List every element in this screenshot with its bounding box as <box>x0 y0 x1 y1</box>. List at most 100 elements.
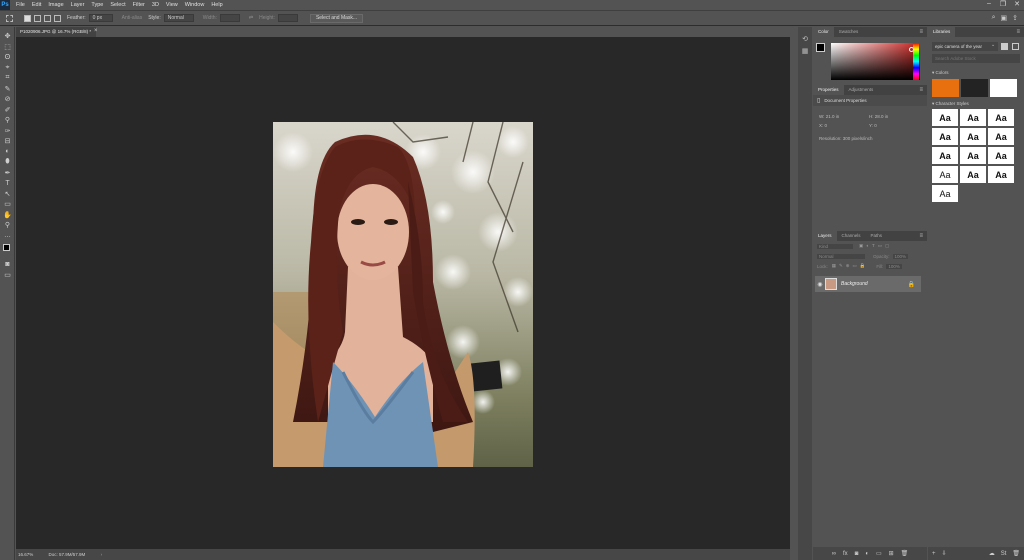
link-layers-icon[interactable]: ∞ <box>832 551 836 557</box>
width-value[interactable]: 21.0 in <box>826 114 840 119</box>
character-style-1[interactable]: Aa <box>932 109 958 126</box>
marquee-tool-icon[interactable]: ⬚ <box>0 42 15 53</box>
tab-swatches[interactable]: Swatches <box>834 27 864 37</box>
menu-file[interactable]: File <box>16 2 25 8</box>
foreground-color-swatch[interactable] <box>3 244 10 251</box>
tab-layers[interactable]: Layers <box>813 231 837 241</box>
character-style-9[interactable]: Aa <box>988 147 1014 164</box>
eraser-tool-icon[interactable]: ⊟ <box>0 136 15 147</box>
layer-kind-filter[interactable]: Kind <box>817 243 853 249</box>
color-field[interactable] <box>831 43 920 80</box>
layer-name[interactable]: Background <box>841 281 868 287</box>
library-select[interactable]: epic camera of the year <box>932 42 998 51</box>
document-tab[interactable]: P1020906.JPG @ 16.7% (RGB/8) * <box>16 27 96 37</box>
marquee-preset-icon[interactable] <box>6 14 13 22</box>
lock-icons[interactable]: ▦✎⊕▭🔒 <box>832 263 869 269</box>
cloud-sync-icon[interactable]: ☁ <box>989 550 995 557</box>
crop-tool-icon[interactable]: ⌗ <box>0 73 15 84</box>
tab-adjustments[interactable]: Adjustments <box>844 85 879 95</box>
move-tool-icon[interactable]: ✥ <box>0 31 15 42</box>
character-style-7[interactable]: Aa <box>932 147 958 164</box>
quick-mask-icon[interactable]: ◙ <box>0 259 15 270</box>
new-layer-icon[interactable]: ⊞ <box>889 550 894 557</box>
y-value[interactable]: 0 <box>874 123 877 128</box>
tab-libraries[interactable]: Libraries <box>928 27 956 37</box>
history-brush-tool-icon[interactable]: ✑ <box>0 126 15 137</box>
panel-menu-icon[interactable]: ≡ <box>919 29 923 35</box>
panel-menu-icon[interactable]: ≡ <box>919 233 923 239</box>
menu-view[interactable]: View <box>166 2 178 8</box>
colors-section-label[interactable]: ▾ Colors <box>932 70 949 76</box>
panel-menu-icon[interactable]: ≡ <box>1016 29 1020 35</box>
menu-layer[interactable]: Layer <box>71 2 85 8</box>
chevron-down-icon[interactable]: ⌄ <box>991 42 995 48</box>
path-selection-tool-icon[interactable]: ↖ <box>0 189 15 200</box>
pen-tool-icon[interactable]: ✒ <box>0 168 15 179</box>
height-value[interactable]: 28.0 in <box>875 114 889 119</box>
layer-filter-icons[interactable]: ▣◐T▭▢ <box>859 243 892 249</box>
history-panel-icon[interactable]: ⟲ <box>798 33 812 45</box>
library-color-orange[interactable] <box>932 79 959 97</box>
menu-edit[interactable]: Edit <box>32 2 41 8</box>
stock-search-input[interactable] <box>932 54 1020 63</box>
share-icon[interactable]: ⇪ <box>1012 14 1018 22</box>
grid-view-icon[interactable] <box>1001 43 1008 50</box>
character-style-5[interactable]: Aa <box>960 128 986 145</box>
menu-help[interactable]: Help <box>211 2 222 8</box>
character-style-8[interactable]: Aa <box>960 147 986 164</box>
x-value[interactable]: 0 <box>825 123 828 128</box>
more-tools-icon[interactable]: … <box>0 231 15 242</box>
gradient-tool-icon[interactable]: ◐ <box>0 147 15 158</box>
lock-icon[interactable]: 🔒 <box>908 281 915 288</box>
maximize-button[interactable]: ❐ <box>996 0 1010 8</box>
menu-type[interactable]: Type <box>91 2 103 8</box>
character-style-12[interactable]: Aa <box>988 166 1014 183</box>
screen-mode-icon[interactable]: ▭ <box>0 270 15 281</box>
zoom-level[interactable]: 16.67% <box>18 552 33 557</box>
library-color-white[interactable] <box>990 79 1017 97</box>
layer-style-icon[interactable]: fx <box>843 551 848 557</box>
character-style-6[interactable]: Aa <box>988 128 1014 145</box>
delete-layer-icon[interactable]: 🗑 <box>901 550 909 557</box>
style-select[interactable]: Normal <box>163 14 194 22</box>
add-mask-icon[interactable]: ◙ <box>855 551 859 557</box>
character-style-3[interactable]: Aa <box>988 109 1014 126</box>
panel-menu-icon[interactable]: ≡ <box>919 87 923 93</box>
tab-properties[interactable]: Properties <box>813 85 844 95</box>
tab-color[interactable]: Color <box>813 27 834 37</box>
menu-select[interactable]: Select <box>110 2 125 8</box>
search-icon[interactable]: ⌕ <box>992 14 996 22</box>
clone-stamp-tool-icon[interactable]: ⚲ <box>0 115 15 126</box>
type-tool-icon[interactable]: T <box>0 178 15 189</box>
blend-mode-select[interactable]: Normal <box>817 253 865 259</box>
upload-icon[interactable]: ⇩ <box>942 550 947 557</box>
healing-brush-tool-icon[interactable]: ⊘ <box>0 94 15 105</box>
eyedropper-tool-icon[interactable]: ✎ <box>0 84 15 95</box>
brush-tool-icon[interactable]: ✐ <box>0 105 15 116</box>
document-image[interactable] <box>273 122 533 467</box>
intersect-selection-icon[interactable] <box>54 14 61 22</box>
height-input[interactable] <box>277 14 298 22</box>
rectangle-tool-icon[interactable]: ▭ <box>0 199 15 210</box>
lasso-tool-icon[interactable]: ʘ <box>0 52 15 63</box>
stock-icon[interactable]: St <box>1001 551 1007 557</box>
tab-channels[interactable]: Channels <box>837 231 866 241</box>
status-menu-icon[interactable]: › <box>101 552 103 557</box>
layer-row-background[interactable]: ◉ Background 🔒 <box>815 276 921 292</box>
adjustment-layer-icon[interactable]: ◐ <box>865 551 869 557</box>
new-selection-icon[interactable] <box>24 14 31 22</box>
menu-window[interactable]: Window <box>185 2 205 8</box>
anti-alias-checkbox[interactable]: Anti-alias <box>122 15 143 21</box>
width-input[interactable] <box>219 14 240 22</box>
character-styles-section-label[interactable]: ▾ Character Styles <box>932 101 969 107</box>
menu-image[interactable]: Image <box>48 2 63 8</box>
add-content-icon[interactable]: + <box>932 551 936 557</box>
select-and-mask-button[interactable]: Select and Mask... <box>309 13 364 23</box>
color-swatches[interactable] <box>0 243 14 259</box>
menu-3d[interactable]: 3D <box>152 2 159 8</box>
zoom-tool-icon[interactable]: ⚲ <box>0 220 15 231</box>
character-style-13[interactable]: Aa <box>932 185 958 202</box>
character-style-10[interactable]: Aa <box>932 166 958 183</box>
menu-filter[interactable]: Filter <box>133 2 145 8</box>
list-view-icon[interactable] <box>1012 43 1019 50</box>
